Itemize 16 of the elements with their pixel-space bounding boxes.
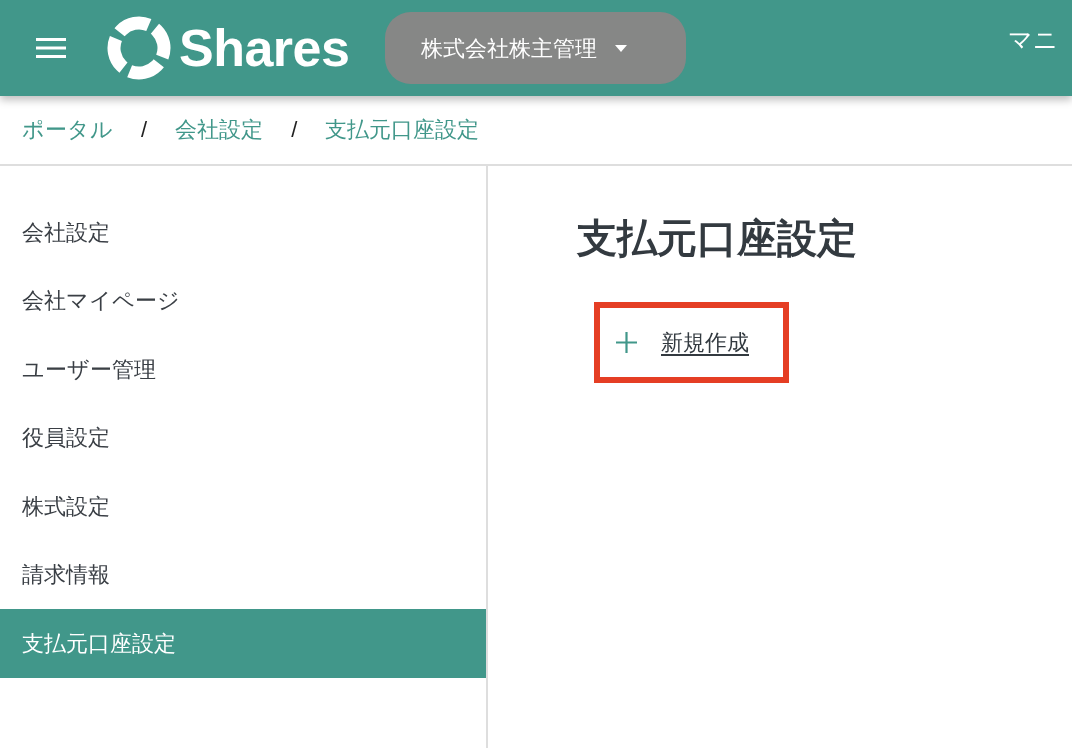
sidebar-item[interactable]: 役員設定	[0, 403, 486, 472]
sidebar-item[interactable]: 会社設定	[0, 198, 486, 267]
plus-icon	[616, 332, 637, 353]
sidebar-item[interactable]: 会社マイページ	[0, 266, 486, 335]
logo-text: Shares	[179, 22, 350, 74]
create-new-link[interactable]: 新規作成	[661, 326, 749, 359]
company-dropdown[interactable]: 株式会社株主管理	[385, 12, 687, 84]
sidebar-item[interactable]: 株式設定	[0, 472, 486, 541]
caret-down-icon	[615, 44, 628, 52]
sidebar-item[interactable]: 請求情報	[0, 540, 486, 609]
ring-logo-icon	[107, 16, 171, 80]
menu-icon[interactable]	[36, 38, 66, 58]
breadcrumb-separator: /	[291, 115, 298, 144]
sidebar-item[interactable]: ユーザー管理	[0, 335, 486, 404]
breadcrumb-separator: /	[141, 115, 148, 144]
page-title: 支払元口座設定	[577, 215, 858, 262]
